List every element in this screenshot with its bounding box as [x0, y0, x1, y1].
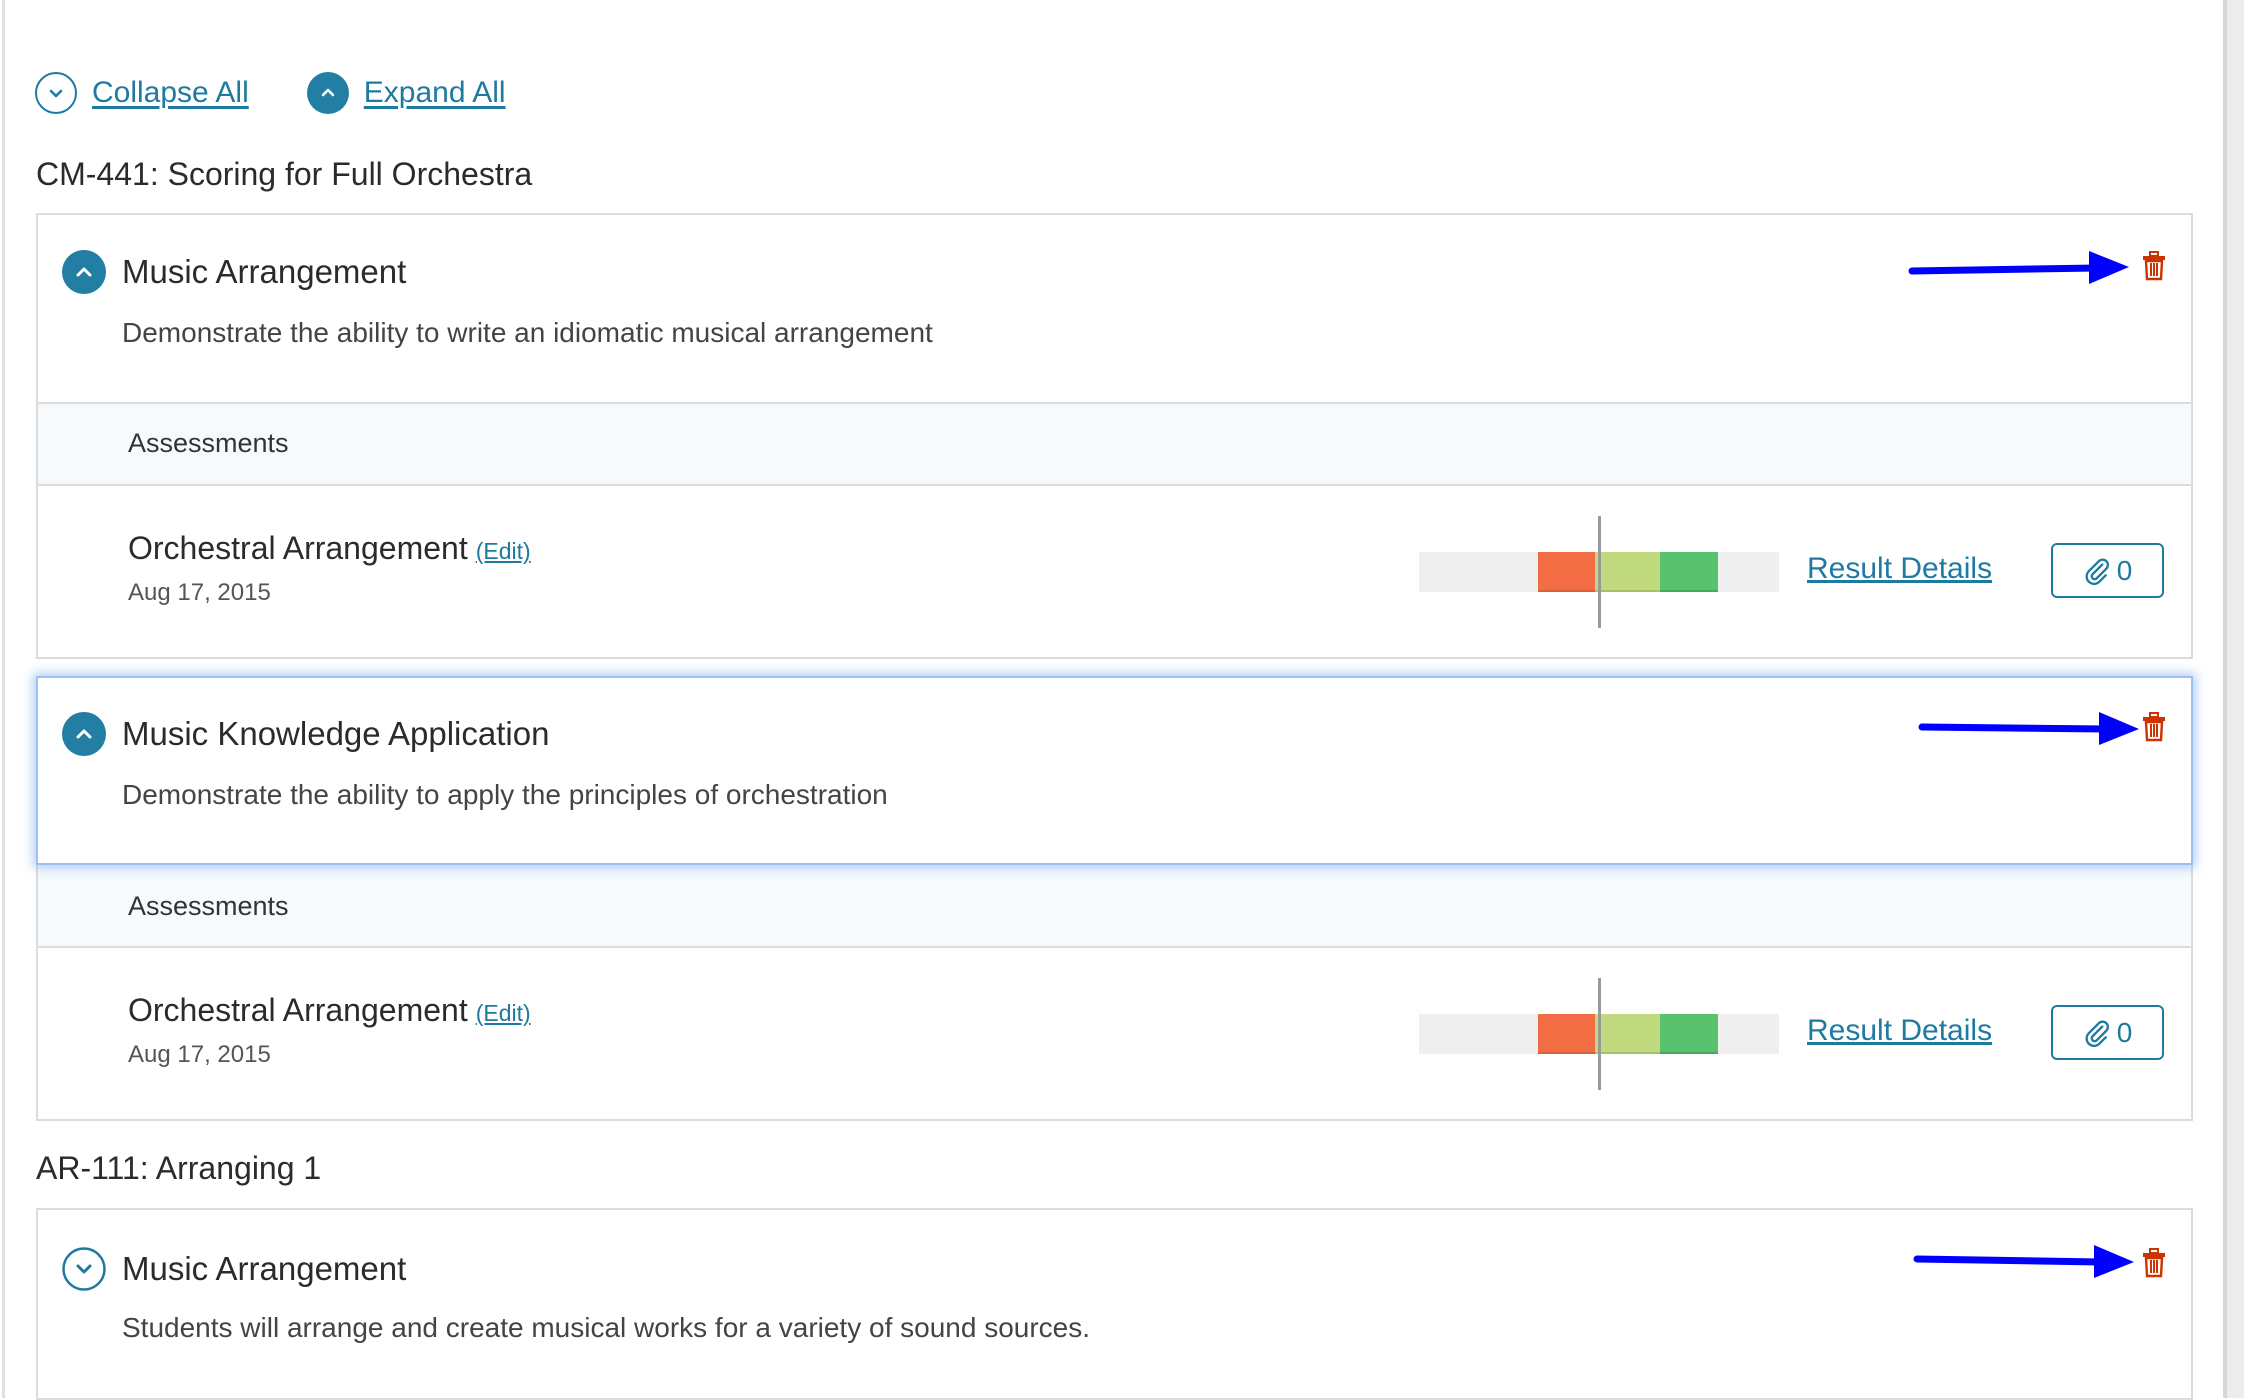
- trash-icon[interactable]: [2142, 712, 2166, 742]
- trash-icon[interactable]: [2142, 1248, 2166, 1278]
- assessments-label: Assessments: [128, 891, 289, 921]
- result-details-link[interactable]: Result Details: [1807, 552, 1992, 586]
- objective-title: Music Arrangement: [122, 1250, 407, 1287]
- expand-collapse-toolbar: Collapse All Expand All: [35, 70, 564, 116]
- attachments-button[interactable]: 0: [2051, 543, 2164, 598]
- page-left-border: [2, 0, 5, 1398]
- assessment-date: Aug 17, 2015: [128, 579, 271, 606]
- objective-description: Students will arrange and create musical…: [122, 1312, 1091, 1343]
- trash-icon[interactable]: [2142, 251, 2166, 281]
- objective-card: Music Arrangement Students will arrange …: [36, 1208, 2193, 1400]
- collapse-all-button[interactable]: Collapse All: [35, 72, 249, 114]
- chevron-down-icon[interactable]: [62, 1247, 106, 1291]
- assessment-row: Orchestral Arrangement (Edit) Aug 17, 201…: [36, 948, 2193, 1121]
- assessment-date: Aug 17, 2015: [128, 1041, 271, 1068]
- course-heading: AR-111: Arranging 1: [36, 1150, 322, 1186]
- result-details-link[interactable]: Result Details: [1807, 1014, 1992, 1048]
- performance-meets-segment: [1660, 1014, 1718, 1054]
- performance-meets-segment: [1660, 552, 1718, 592]
- assessment-name: Orchestral Arrangement: [128, 530, 468, 566]
- assessments-header: Assessments: [36, 404, 2193, 486]
- performance-near-segment: [1595, 1014, 1661, 1054]
- annotation-arrow: [1913, 1245, 2134, 1278]
- collapse-all-label[interactable]: Collapse All: [92, 76, 249, 110]
- chevron-down-icon: [35, 72, 77, 114]
- performance-below-segment: [1537, 552, 1596, 592]
- objective-card: Music Arrangement Demonstrate the abilit…: [36, 213, 2193, 404]
- expand-all-label[interactable]: Expand All: [364, 76, 506, 110]
- paperclip-icon: [2085, 1020, 2109, 1047]
- edit-link[interactable]: (Edit): [476, 538, 531, 564]
- assessments-label: Assessments: [128, 428, 289, 458]
- objective-description: Demonstrate the ability to apply the pri…: [122, 779, 888, 810]
- objective-description: Demonstrate the ability to write an idio…: [122, 317, 933, 348]
- chevron-up-icon: [306, 72, 349, 114]
- performance-marker: [1598, 978, 1601, 1090]
- performance-near-segment: [1595, 552, 1661, 592]
- assessment-title: Orchestral Arrangement (Edit): [128, 530, 531, 567]
- attachment-count: 0: [2116, 1016, 2133, 1048]
- chevron-up-icon[interactable]: [62, 250, 106, 294]
- performance-below-segment: [1537, 1014, 1596, 1054]
- assessment-row: Orchestral Arrangement (Edit) Aug 17, 201…: [36, 486, 2193, 659]
- objective-title: Music Arrangement: [122, 253, 407, 290]
- chevron-up-icon[interactable]: [62, 712, 106, 756]
- expand-all-button[interactable]: Expand All: [306, 72, 506, 114]
- annotation-arrow: [1918, 712, 2139, 745]
- objective-title: Music Knowledge Application: [122, 715, 550, 752]
- annotation-arrow: [1908, 251, 2129, 284]
- attachment-count: 0: [2116, 554, 2133, 586]
- paperclip-icon: [2085, 558, 2109, 585]
- assessment-title: Orchestral Arrangement (Edit): [128, 992, 531, 1029]
- edit-link[interactable]: (Edit): [476, 1000, 531, 1026]
- vertical-scrollbar[interactable]: [2223, 0, 2244, 1398]
- course-heading: CM-441: Scoring for Full Orchestra: [36, 156, 533, 192]
- performance-marker: [1598, 516, 1601, 628]
- assessments-header: Assessments: [36, 865, 2193, 948]
- assessment-name: Orchestral Arrangement: [128, 992, 468, 1028]
- attachments-button[interactable]: 0: [2051, 1005, 2164, 1060]
- objective-card-focused: Music Knowledge Application Demonstrate …: [36, 676, 2193, 865]
